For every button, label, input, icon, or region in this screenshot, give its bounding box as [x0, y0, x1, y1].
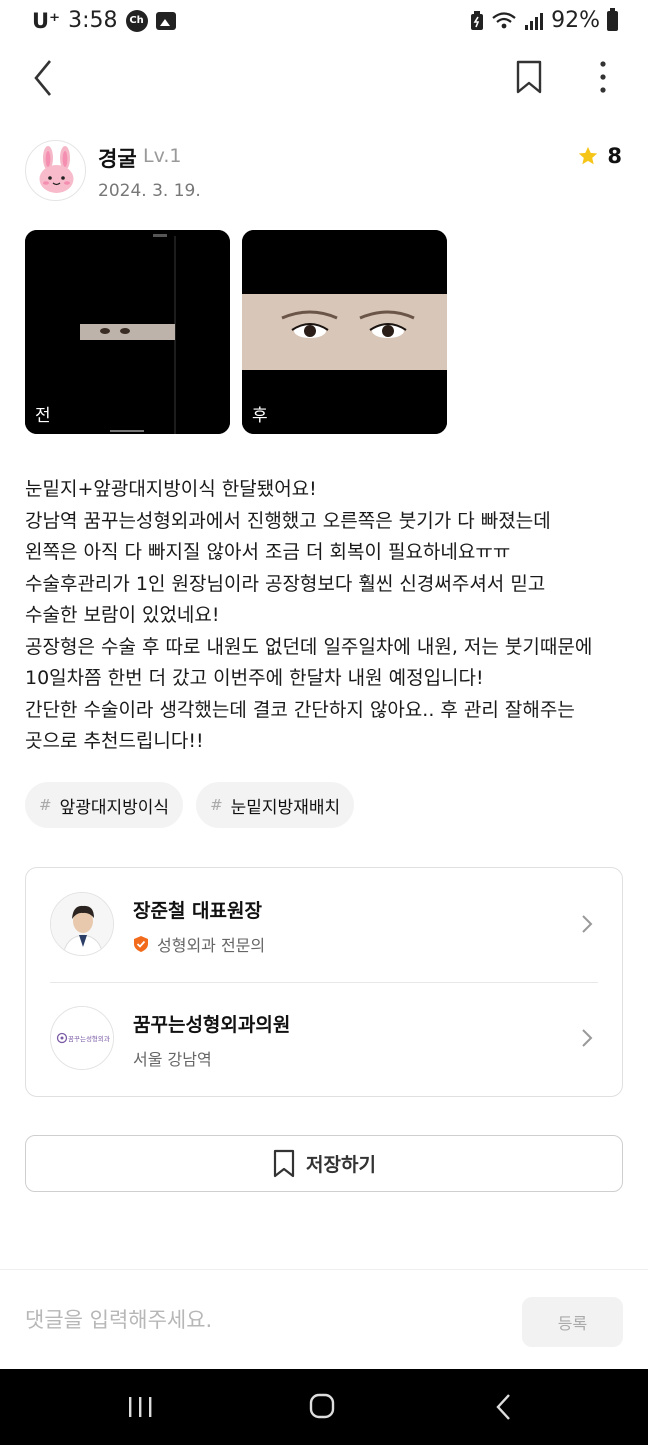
- bunny-avatar-icon: [39, 146, 74, 193]
- tag-chip[interactable]: # 앞광대지방이식: [25, 782, 184, 828]
- body-line: 수술후관리가 1인 원장님이라 공장형보다 훨씬 신경써주셔서 믿고: [25, 572, 546, 595]
- more-vertical-icon: [600, 61, 606, 93]
- carrier-label: U⁺: [32, 8, 61, 33]
- after-label: 후: [252, 406, 268, 426]
- wifi-icon: [492, 11, 516, 28]
- doctor-name: 장준철 대표원장: [133, 900, 262, 922]
- more-options-button[interactable]: [586, 58, 620, 98]
- app-bar: [0, 50, 648, 106]
- clinic-logo-text: 꿈꾸는성형외과: [68, 1034, 110, 1043]
- tag-label: 눈밑지방재배치: [230, 797, 341, 818]
- body-line: 눈밑지+앞광대지방이식 한달됐어요!: [25, 478, 317, 500]
- before-label: 전: [35, 406, 51, 426]
- verified-badge-icon: [134, 936, 148, 952]
- rating: 8: [577, 144, 622, 168]
- after-photo-image: [242, 230, 447, 434]
- submit-comment-button[interactable]: 등록: [522, 1297, 623, 1347]
- hash-icon: #: [39, 796, 52, 814]
- comment-bar: 등록: [0, 1269, 648, 1369]
- hash-icon: #: [210, 796, 223, 814]
- body-line: 간단한 수술이라 생각했는데 결코 간단하지 않아요.. 후 관리 잘해주는: [25, 698, 575, 721]
- battery-icon: [607, 7, 618, 31]
- after-photo[interactable]: 후: [242, 230, 447, 434]
- bookmark-icon: [516, 60, 542, 94]
- save-button[interactable]: 저장하기: [25, 1135, 623, 1192]
- comment-input[interactable]: [25, 1300, 495, 1340]
- tag-chip[interactable]: # 눈밑지방재배치: [196, 782, 355, 828]
- author-avatar[interactable]: [25, 140, 86, 201]
- back-button[interactable]: [28, 56, 68, 100]
- doctor-clinic-card: 장준철 대표원장 성형외과 전문의 꿈꾸는성형외과 꿈꾸는성형외과의원 서울 강…: [25, 867, 623, 1097]
- clinic-location: 서울 강남역: [133, 1046, 212, 1070]
- doctor-specialty-label: 성형외과 전문의: [157, 936, 266, 955]
- battery-percent: 92%: [551, 8, 600, 33]
- star-icon: [579, 146, 598, 165]
- clinic-logo-image: 꿈꾸는성형외과: [51, 1007, 113, 1069]
- before-photo[interactable]: 전: [25, 230, 230, 434]
- signal-icon: [525, 12, 544, 30]
- post-date: 2024. 3. 19.: [98, 181, 201, 201]
- bookmark-button[interactable]: [512, 58, 546, 98]
- clock: 3:58: [68, 8, 118, 33]
- tag-list: # 앞광대지방이식 # 눈밑지방재배치: [25, 782, 355, 828]
- status-bar-right: 92%: [470, 7, 618, 33]
- clinic-row[interactable]: 꿈꾸는성형외과 꿈꾸는성형외과의원 서울 강남역: [26, 982, 622, 1096]
- system-back-button[interactable]: [484, 1389, 524, 1425]
- recent-apps-icon: [129, 1397, 152, 1417]
- back-arrow-icon: [496, 1394, 510, 1420]
- status-bar-left: U⁺ 3:58 Ch: [32, 8, 176, 33]
- doctor-photo: [51, 893, 113, 955]
- clinic-name: 꿈꾸는성형외과의원: [133, 1014, 291, 1036]
- home-icon: [309, 1393, 335, 1419]
- doctor-specialty: 성형외과 전문의: [133, 932, 265, 956]
- author-name[interactable]: 경굴: [98, 143, 137, 173]
- body-line: 곳으로 추천드립니다!!: [25, 730, 204, 752]
- status-bar: U⁺ 3:58 Ch 92%: [0, 0, 648, 46]
- gallery-notification-icon: [155, 11, 176, 30]
- before-photo-image: [25, 230, 230, 434]
- body-line: 수술한 보람이 있었네요!: [25, 604, 220, 626]
- body-line: 강남역 꿈꾸는성형외과에서 진행했고 오른쪽은 붓기가 다 빠졌는데: [25, 509, 551, 532]
- tag-label: 앞광대지방이식: [59, 797, 170, 818]
- doctor-row[interactable]: 장준철 대표원장 성형외과 전문의: [26, 868, 622, 982]
- clinic-logo: 꿈꾸는성형외과: [50, 1006, 114, 1070]
- bookmark-icon: [273, 1149, 295, 1177]
- system-nav-bar: [0, 1369, 648, 1445]
- battery-saver-icon: [471, 10, 484, 30]
- chevron-right-icon: [582, 1029, 593, 1047]
- chevron-left-icon: [34, 60, 52, 96]
- save-button-label: 저장하기: [306, 1154, 376, 1176]
- post-body: 눈밑지+앞광대지방이식 한달됐어요! 강남역 꿈꾸는성형외과에서 진행했고 오른…: [25, 474, 625, 758]
- home-button[interactable]: [302, 1389, 342, 1425]
- body-line: 왼쪽은 아직 다 빠지질 않아서 조금 더 회복이 필요하네요ㅠㅠ: [25, 541, 511, 563]
- rating-value: 8: [607, 144, 622, 168]
- chat-notification-icon: Ch: [125, 9, 148, 32]
- chevron-right-icon: [582, 915, 593, 933]
- body-line: 10일차쯤 한번 더 갔고 이번주에 한달차 내원 예정입니다!: [25, 667, 484, 689]
- author-level: Lv.1: [143, 145, 182, 167]
- body-line: 공장형은 수술 후 따로 내원도 없던데 일주일차에 내원, 저는 붓기때문에: [25, 635, 593, 658]
- doctor-avatar: [50, 892, 114, 956]
- recent-apps-button[interactable]: [120, 1389, 160, 1425]
- clinic-location-label: 서울 강남역: [133, 1050, 212, 1069]
